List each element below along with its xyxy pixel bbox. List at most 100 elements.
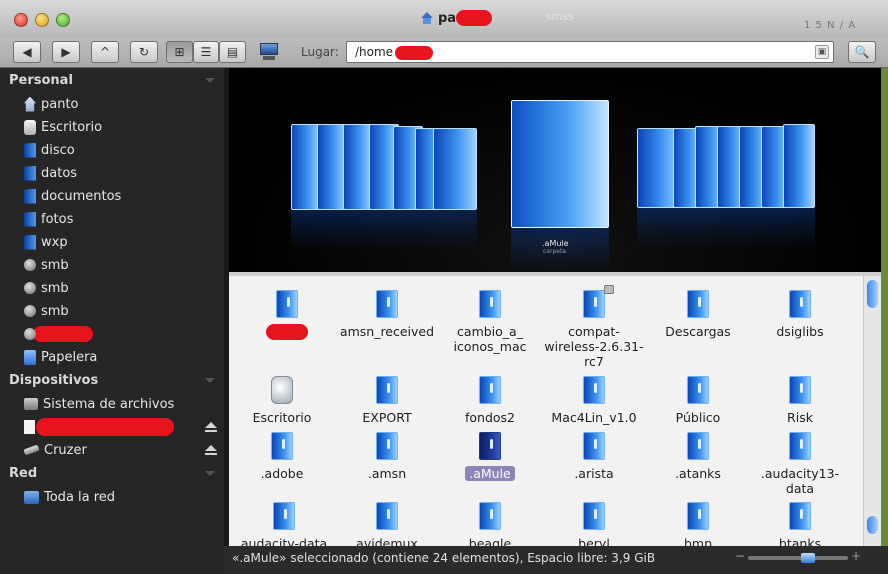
sidebar-header-red: Red — [9, 466, 38, 481]
file-item[interactable]: EXPORT — [335, 376, 439, 425]
file-item[interactable]: bmp — [646, 502, 750, 546]
sidebar-item-panto[interactable]: panto — [24, 94, 79, 114]
forward-button[interactable]: ▶ — [52, 41, 80, 63]
minimize-window-button[interactable] — [35, 13, 49, 27]
vertical-scrollbar[interactable] — [863, 276, 881, 546]
view-icons-button[interactable]: ⊞ — [166, 41, 193, 63]
file-item-selected[interactable]: .aMule — [438, 432, 542, 482]
file-item[interactable]: Escritorio — [230, 376, 334, 425]
view-columns-button[interactable]: ▤ — [219, 41, 246, 63]
up-button[interactable]: ^ — [91, 41, 119, 63]
redaction-mark — [394, 45, 433, 60]
scrollbar-thumb[interactable] — [867, 280, 878, 308]
file-item[interactable]: fondos2 — [438, 376, 542, 425]
folder-icon — [687, 376, 709, 404]
file-label: Descargas — [665, 324, 731, 339]
sidebar-item-smb[interactable]: smb — [24, 278, 69, 298]
file-item[interactable]: .adobe — [230, 432, 334, 481]
coverflow-view[interactable]: .aMule carpeta — [229, 68, 881, 272]
file-label: bmp — [683, 536, 713, 546]
sidebar-item-redacted-share[interactable] — [24, 324, 93, 344]
maximize-window-button[interactable] — [56, 13, 70, 27]
file-item[interactable]: Risk — [748, 376, 852, 425]
location-path-field[interactable]: /home ▣ — [346, 41, 834, 63]
drive-icon — [24, 420, 35, 434]
sidebar-item-disco[interactable]: disco — [24, 140, 75, 160]
file-icon-grid: amsn_received cambio_a_ iconos_mac compa… — [229, 276, 863, 546]
coverflow-selected-folder[interactable] — [511, 100, 609, 228]
close-window-button[interactable] — [14, 13, 28, 27]
sidebar-item-label: Cruzer — [44, 442, 87, 458]
sidebar-item-label: datos — [41, 165, 78, 181]
file-item[interactable]: cambio_a_ iconos_mac — [438, 290, 542, 354]
file-item[interactable]: avidemux — [335, 502, 439, 546]
sidebar-item-datos[interactable]: datos — [24, 163, 77, 183]
folder-icon — [687, 432, 709, 460]
folder-icon — [583, 376, 605, 404]
file-item[interactable]: dsiglibs — [748, 290, 852, 339]
sidebar-item-documentos[interactable]: documentos — [24, 186, 121, 206]
sidebar-item-fotos[interactable]: fotos — [24, 209, 73, 229]
coverflow-folder[interactable] — [783, 124, 815, 208]
file-item[interactable]: .arista — [542, 432, 646, 481]
file-item[interactable]: .audacity13- data — [748, 432, 852, 496]
sidebar-item-papelera[interactable]: Papelera — [24, 347, 97, 367]
back-button[interactable]: ◀ — [13, 41, 41, 63]
sidebar-item-wxp[interactable]: wxp — [24, 232, 68, 252]
reload-button[interactable]: ↻ — [130, 41, 158, 63]
zoom-slider-knob[interactable] — [801, 553, 815, 563]
sidebar-header-dispositivos: Dispositivos — [9, 373, 99, 388]
file-item[interactable]: audacity-data — [232, 502, 336, 546]
scrollbar-lower-thumb[interactable] — [867, 516, 878, 534]
desktop-background-edge — [881, 68, 888, 574]
bookmark-path-button[interactable]: ▣ — [815, 45, 829, 59]
status-bar: «.aMule» seleccionado (contiene 24 eleme… — [224, 546, 888, 574]
sidebar-item-smb[interactable]: smb — [24, 301, 69, 321]
folder-icon — [687, 502, 709, 530]
background-ghost-text: smss — [546, 10, 574, 23]
file-item[interactable]: amsn_received — [335, 290, 439, 339]
sidebar-item-toda-la-red[interactable]: Toda la red — [24, 487, 115, 507]
file-item[interactable]: beagle — [438, 502, 542, 546]
file-item[interactable]: Mac4Lin_v1.0 — [542, 376, 646, 425]
file-item[interactable]: beryl — [542, 502, 646, 546]
sidebar-item-cruzer[interactable]: Cruzer — [23, 440, 87, 460]
folder-icon — [789, 290, 811, 318]
chevron-down-icon[interactable] — [205, 78, 215, 83]
view-list-button[interactable]: ☰ — [193, 41, 219, 63]
file-label: fondos2 — [464, 410, 516, 425]
chevron-down-icon[interactable] — [205, 378, 215, 383]
location-label: Lugar: — [301, 45, 339, 59]
location-path-text: /home — [355, 45, 394, 59]
file-label: .arista — [574, 466, 614, 481]
hard-drive-icon — [24, 398, 38, 410]
chevron-down-icon[interactable] — [205, 471, 215, 476]
zoom-slider[interactable] — [748, 553, 848, 563]
sidebar-item-redacted-drive[interactable] — [24, 417, 174, 437]
sidebar-item-label: Papelera — [41, 349, 98, 365]
sidebar-item-escritorio[interactable]: Escritorio — [24, 117, 102, 137]
network-share-icon — [24, 305, 36, 317]
coverflow-folder[interactable] — [433, 128, 477, 210]
file-item[interactable] — [235, 290, 339, 343]
folder-icon — [583, 285, 614, 318]
status-text: «.aMule» seleccionado (contiene 24 eleme… — [232, 551, 656, 565]
computer-icon[interactable] — [258, 42, 280, 62]
folder-icon — [24, 165, 36, 181]
folder-icon — [24, 142, 36, 158]
sidebar-item-smb[interactable]: smb — [24, 255, 69, 275]
file-item[interactable]: Público — [646, 376, 750, 425]
file-item[interactable]: .atanks — [646, 432, 750, 481]
file-item[interactable]: Descargas — [646, 290, 750, 339]
file-item[interactable]: btanks — [748, 502, 852, 546]
search-button[interactable]: 🔍 — [848, 41, 876, 63]
eject-icon[interactable] — [205, 445, 217, 456]
file-label: dsiglibs — [776, 324, 824, 339]
sidebar-item-sistema-de-archivos[interactable]: Sistema de archivos — [24, 394, 174, 414]
file-item[interactable]: compat- wireless-2.6.31- rc7 — [542, 285, 646, 369]
folder-icon — [583, 432, 605, 460]
zoom-in-icon[interactable]: + — [851, 549, 861, 563]
zoom-out-icon[interactable]: − — [735, 549, 745, 563]
eject-icon[interactable] — [205, 422, 217, 433]
file-item[interactable]: .amsn — [335, 432, 439, 481]
